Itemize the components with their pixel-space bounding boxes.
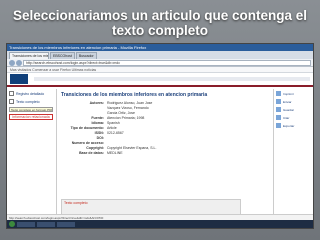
database-header	[7, 73, 313, 87]
navigation-toolbar: http://search.ebscohost.com/login.aspx?d…	[7, 59, 313, 67]
tools-list: Imprimir Enviar Guardar Citar Exportar	[276, 91, 311, 128]
tooltip: Texto completo en formato PDF	[9, 107, 53, 112]
taskbar-item[interactable]	[17, 221, 35, 227]
sidebar-item-texto-completo[interactable]: Texto completo	[9, 99, 54, 104]
document-icon	[9, 91, 14, 96]
metadata-value: Rodriguez Alonso, Juan Jose	[107, 101, 153, 105]
metadata-label: Numero de acceso:	[71, 141, 104, 145]
tool-item[interactable]: Exportar	[276, 123, 311, 128]
sidebar-item-label: Texto completo	[16, 99, 40, 104]
window-title: Transiciones de los miembros inferiores …	[7, 44, 313, 51]
metadata-label: Idioma:	[91, 121, 104, 125]
slide-title: Seleccionariamos un articulo que conteng…	[12, 8, 308, 38]
metadata-label	[61, 111, 107, 115]
page-content: Registro detallado Texto completo Texto …	[7, 89, 313, 219]
header-strip	[34, 77, 310, 81]
metadata-row: Copyright: Copyright Elsevier Espana, S.L…	[61, 146, 269, 150]
metadata-label: Tipo de documento:	[70, 126, 104, 130]
metadata-value: Article	[107, 126, 117, 130]
taskbar-item[interactable]	[57, 221, 75, 227]
metadata-value: Atencion Primaria; 1998	[107, 116, 145, 120]
metadata-row: Tipo de documento: Article	[61, 126, 269, 130]
metadata-value	[107, 136, 269, 140]
browser-tab[interactable]: Buscador	[75, 52, 97, 59]
tool-icon	[276, 91, 281, 96]
ebsco-logo	[10, 74, 28, 84]
metadata-list: Autores: Rodriguez Alonso, Juan Jose Vazqu…	[61, 101, 269, 155]
metadata-value	[107, 141, 269, 145]
article-title[interactable]: Transiciones de los miembros inferiores …	[61, 92, 269, 98]
taskbar-item[interactable]	[37, 221, 55, 227]
tool-item[interactable]: Guardar	[276, 107, 311, 112]
metadata-label	[61, 106, 107, 110]
start-button-icon[interactable]	[9, 221, 15, 227]
sidebar-item-label: Registro detallado	[16, 91, 45, 96]
article-detail: Transiciones de los miembros inferiores …	[57, 89, 273, 219]
pdf-icon	[9, 99, 14, 104]
metadata-value: Spanish	[107, 121, 120, 125]
tool-label: Exportar	[283, 123, 295, 128]
tool-icon	[276, 123, 281, 128]
metadata-label: Autores:	[89, 101, 104, 105]
tool-label: Enviar	[283, 99, 292, 104]
metadata-row: Numero de acceso:	[61, 141, 269, 145]
metadata-row: DOI:	[61, 136, 269, 140]
metadata-row: ISSN: 0212-6567	[61, 131, 269, 135]
full-text-link[interactable]: Texto completo	[64, 201, 88, 205]
tool-icon	[276, 99, 281, 104]
metadata-row: Garcia Ortiz, Jose	[61, 111, 269, 115]
metadata-row: Idioma: Spanish	[61, 121, 269, 125]
taskbar	[7, 220, 313, 228]
metadata-label: Copyright:	[86, 146, 104, 150]
browser-screenshot: Transiciones de los miembros inferiores …	[6, 43, 314, 229]
tool-label: Imprimir	[283, 91, 294, 96]
tool-icon	[276, 107, 281, 112]
metadata-value: Copyright Elsevier Espana, S.L.	[107, 146, 157, 150]
tool-label: Guardar	[283, 107, 295, 112]
metadata-label: DOI:	[96, 136, 104, 140]
related-info-button[interactable]: Informacion relacionada	[9, 114, 53, 120]
metadata-value: 0212-6567	[107, 131, 124, 135]
metadata-label: Fuente:	[91, 116, 104, 120]
address-bar[interactable]: http://search.ebscohost.com/login.aspx?d…	[23, 59, 311, 66]
browser-tab[interactable]: EBSCOhost	[50, 52, 75, 59]
sidebar-item-registro[interactable]: Registro detallado	[9, 91, 54, 96]
metadata-row: Autores: Rodriguez Alonso, Juan Jose	[61, 101, 269, 105]
tab-bar: Transiciones de los miembros... EBSCOhos…	[7, 51, 313, 59]
metadata-row: Vazquez Vizoso, Fernando	[61, 106, 269, 110]
metadata-row: Fuente: Atencion Primaria; 1998	[61, 116, 269, 120]
metadata-value: Garcia Ortiz, Jose	[107, 111, 136, 115]
metadata-label: ISSN:	[94, 131, 104, 135]
tools-panel: Imprimir Enviar Guardar Citar Exportar	[273, 89, 313, 219]
full-text-box[interactable]: Texto completo	[61, 199, 241, 215]
back-icon[interactable]	[9, 59, 15, 66]
tool-item[interactable]: Citar	[276, 115, 311, 120]
tool-icon	[276, 115, 281, 120]
left-sidebar: Registro detallado Texto completo Texto …	[7, 89, 57, 219]
metadata-value: MEDLINE	[107, 151, 123, 155]
browser-tab[interactable]: Transiciones de los miembros...	[9, 52, 49, 59]
metadata-label: Base de datos:	[79, 151, 104, 155]
tool-item[interactable]: Imprimir	[276, 91, 311, 96]
tool-label: Citar	[283, 115, 290, 120]
metadata-value: Vazquez Vizoso, Fernando	[107, 106, 149, 110]
forward-icon[interactable]	[16, 59, 22, 66]
metadata-row: Base de datos: MEDLINE	[61, 151, 269, 155]
tool-item[interactable]: Enviar	[276, 99, 311, 104]
